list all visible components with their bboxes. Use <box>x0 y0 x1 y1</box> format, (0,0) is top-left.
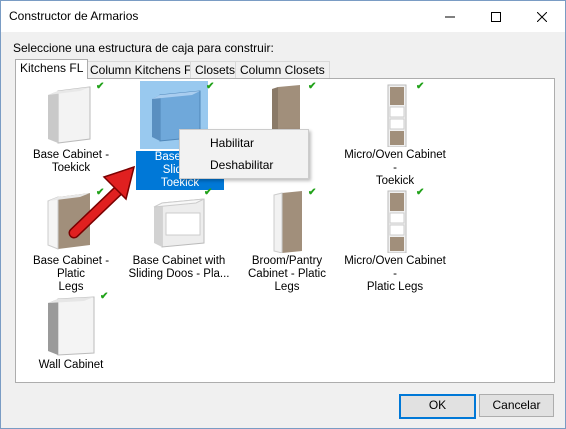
prompt-label: Seleccione una estructura de caja para c… <box>13 41 274 55</box>
check-icon: ✔ <box>204 187 213 198</box>
item-label-line2: Toekick <box>375 175 415 187</box>
check-icon: ✔ <box>308 81 317 92</box>
tab-column-kitchens-fl[interactable]: Column Kitchens FL <box>85 61 204 78</box>
menu-item-deshabilitar[interactable]: Deshabilitar <box>210 158 273 172</box>
item-label-line2: Cabinet - Platic Legs <box>248 268 326 293</box>
micro-oven-legs-thumbnail <box>387 190 407 253</box>
item-label-line1: Base Cabinet - Platic <box>32 255 110 280</box>
maximize-icon <box>491 11 501 22</box>
tab-closets[interactable]: Closets <box>190 61 241 78</box>
maximize-button[interactable] <box>473 1 519 32</box>
wall-cabinet-thumbnail <box>48 296 95 356</box>
item-label-line1: Broom/Pantry <box>251 255 323 267</box>
menu-item-habilitar[interactable]: Habilitar <box>210 136 254 150</box>
check-icon: ✔ <box>416 187 425 198</box>
close-button[interactable] <box>519 1 565 32</box>
item-micro-oven-platic-legs[interactable]: ✔ Micro/Oven Cabinet - Platic Legs <box>342 187 448 293</box>
context-menu: Habilitar Deshabilitar <box>179 129 309 179</box>
tab-kitchens-fl[interactable]: Kitchens FL <box>15 59 89 79</box>
check-icon: ✔ <box>100 291 109 302</box>
item-micro-oven-toekick[interactable]: ✔ Micro/Oven Cabinet - Toekick <box>342 81 448 187</box>
micro-oven-thumbnail <box>387 84 407 147</box>
item-label-line2: Sliding Doos - Pla... <box>128 268 230 280</box>
item-label-line2: Platic Legs <box>366 281 424 293</box>
cancel-button[interactable]: Cancelar <box>479 394 554 417</box>
tab-column-closets[interactable]: Column Closets <box>235 61 330 78</box>
red-arrow-annotation <box>68 165 136 239</box>
base-cabinet-thumbnail <box>48 86 91 144</box>
item-label-line1: Micro/Oven Cabinet - <box>344 149 446 174</box>
item-broom-pantry-platic-legs[interactable]: ✔ Broom/Pantry Cabinet - Platic Legs <box>234 187 340 293</box>
item-label-line1: Micro/Oven Cabinet - <box>344 255 446 280</box>
dialog-window: Constructor de Armarios Seleccione una e… <box>0 0 566 429</box>
item-label: Wall Cabinet <box>38 359 104 371</box>
pantry-legs-thumbnail <box>273 191 302 253</box>
sliding-doors-thumbnail <box>153 198 205 248</box>
window-title: Constructor de Armarios <box>9 9 139 23</box>
ok-button[interactable]: OK <box>399 394 476 419</box>
close-icon <box>537 11 547 22</box>
item-wall-cabinet[interactable]: ✔ Wall Cabinet <box>18 291 124 397</box>
check-icon: ✔ <box>308 187 317 198</box>
title-bar[interactable]: Constructor de Armarios <box>1 1 565 32</box>
item-label-line1: Base Cabinet with <box>132 255 226 267</box>
minimize-icon <box>445 16 455 17</box>
check-icon: ✔ <box>206 81 215 92</box>
minimize-button[interactable] <box>427 1 473 32</box>
cabinet-grid-panel: ✔ Base Cabinet -Toekick ✔ Base CabSlidin… <box>15 78 555 383</box>
check-icon: ✔ <box>416 81 425 92</box>
check-icon: ✔ <box>96 81 105 92</box>
